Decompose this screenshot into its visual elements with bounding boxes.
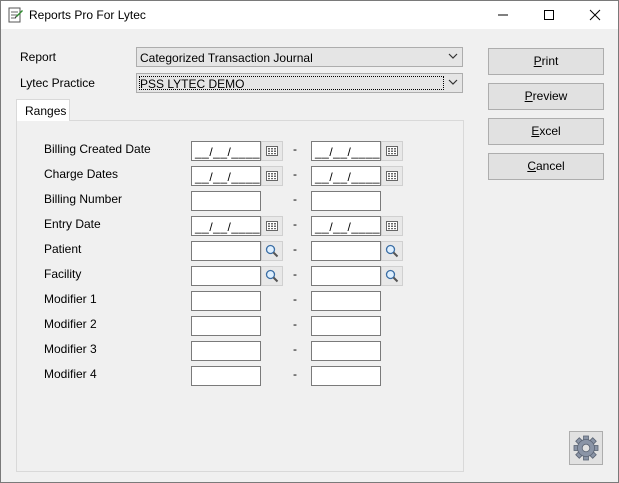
lookup-button[interactable] <box>381 241 403 261</box>
calendar-icon <box>386 221 398 231</box>
lookup-button[interactable] <box>261 266 283 286</box>
calendar-icon <box>386 171 398 181</box>
calendar-button[interactable] <box>381 166 403 186</box>
range-separator: - <box>293 167 297 181</box>
preview-button[interactable]: Preview <box>488 83 604 110</box>
range-separator: - <box>293 317 297 331</box>
maximize-icon <box>544 10 554 20</box>
range-label: Modifier 1 <box>44 292 97 306</box>
report-app-icon <box>8 7 23 23</box>
range-to-input[interactable]: __/__/____ <box>311 216 381 236</box>
range-from-input[interactable] <box>191 341 261 361</box>
excel-button[interactable]: Excel <box>488 118 604 145</box>
calendar-icon <box>266 171 278 181</box>
print-button[interactable]: Print <box>488 48 604 75</box>
range-from-input[interactable]: __/__/____ <box>191 216 261 236</box>
range-to-input[interactable] <box>311 291 381 311</box>
practice-value: PSS LYTEC DEMO <box>140 77 245 91</box>
range-separator: - <box>293 192 297 206</box>
chevron-down-icon <box>448 79 458 85</box>
range-to-input[interactable] <box>311 241 381 261</box>
range-separator: - <box>293 367 297 381</box>
report-label: Report <box>20 50 57 64</box>
range-from-input[interactable]: __/__/____ <box>191 166 261 186</box>
range-from-input[interactable] <box>191 241 261 261</box>
calendar-button[interactable] <box>261 166 283 186</box>
range-to-value: __/__/____ <box>315 145 381 159</box>
tab-ranges[interactable]: Ranges <box>16 99 70 121</box>
range-label: Billing Number <box>44 192 123 206</box>
minimize-button[interactable] <box>480 1 526 29</box>
preview-accel: P <box>524 89 533 103</box>
range-separator: - <box>293 142 297 156</box>
range-label: Billing Created Date <box>44 142 151 156</box>
calendar-icon <box>266 146 278 156</box>
range-from-input[interactable]: __/__/____ <box>191 141 261 161</box>
range-from-value: __/__/____ <box>195 145 261 159</box>
range-from-input[interactable] <box>191 316 261 336</box>
calendar-icon <box>386 146 398 156</box>
range-from-input[interactable] <box>191 291 261 311</box>
range-from-input[interactable] <box>191 266 261 286</box>
range-to-input[interactable] <box>311 366 381 386</box>
chevron-down-icon <box>448 53 458 59</box>
range-from-value: __/__/____ <box>195 220 261 234</box>
excel-label: xcel <box>539 124 561 138</box>
magnifier-icon <box>265 269 279 283</box>
range-label: Modifier 3 <box>44 342 97 356</box>
range-to-input[interactable]: __/__/____ <box>311 141 381 161</box>
cancel-label: ancel <box>535 159 565 173</box>
range-from-value: __/__/____ <box>195 170 261 184</box>
practice-select[interactable]: PSS LYTEC DEMO <box>136 73 463 93</box>
calendar-button[interactable] <box>381 216 403 236</box>
range-label: Charge Dates <box>44 167 119 181</box>
range-from-input[interactable] <box>191 366 261 386</box>
maximize-button[interactable] <box>526 1 572 29</box>
gear-icon <box>573 435 599 461</box>
magnifier-icon <box>385 244 399 258</box>
range-label: Entry Date <box>44 217 101 231</box>
range-to-input[interactable] <box>311 316 381 336</box>
range-to-input[interactable] <box>311 266 381 286</box>
close-icon <box>589 9 601 21</box>
calendar-icon <box>266 221 278 231</box>
range-separator: - <box>293 267 297 281</box>
cancel-button[interactable]: Cancel <box>488 153 604 180</box>
close-button[interactable] <box>572 1 618 29</box>
settings-button[interactable] <box>569 431 603 465</box>
lookup-button[interactable] <box>381 266 403 286</box>
main-window: Reports Pro For Lytec Report Categorized… <box>0 0 619 483</box>
range-label: Modifier 4 <box>44 367 97 381</box>
cancel-accel: C <box>527 159 536 173</box>
print-label: rint <box>541 54 559 68</box>
tab-ranges-label: Ranges <box>25 104 67 118</box>
preview-label: review <box>532 89 568 103</box>
minimize-icon <box>498 14 508 16</box>
range-from-input[interactable] <box>191 191 261 211</box>
range-label: Facility <box>44 267 82 281</box>
report-value: Categorized Transaction Journal <box>140 51 313 65</box>
range-to-value: __/__/____ <box>315 170 381 184</box>
practice-label: Lytec Practice <box>20 76 95 90</box>
lookup-button[interactable] <box>261 241 283 261</box>
range-to-value: __/__/____ <box>315 220 381 234</box>
calendar-button[interactable] <box>261 216 283 236</box>
calendar-button[interactable] <box>261 141 283 161</box>
magnifier-icon <box>385 269 399 283</box>
range-to-input[interactable]: __/__/____ <box>311 166 381 186</box>
window-title: Reports Pro For Lytec <box>29 8 146 22</box>
range-to-input[interactable] <box>311 341 381 361</box>
range-label: Patient <box>44 242 82 256</box>
title-bar: Reports Pro For Lytec <box>1 1 618 29</box>
report-select[interactable]: Categorized Transaction Journal <box>136 47 463 67</box>
range-separator: - <box>293 217 297 231</box>
range-separator: - <box>293 342 297 356</box>
range-separator: - <box>293 242 297 256</box>
range-separator: - <box>293 292 297 306</box>
print-accel: P <box>533 54 542 68</box>
calendar-button[interactable] <box>381 141 403 161</box>
range-label: Modifier 2 <box>44 317 97 331</box>
range-to-input[interactable] <box>311 191 381 211</box>
magnifier-icon <box>265 244 279 258</box>
